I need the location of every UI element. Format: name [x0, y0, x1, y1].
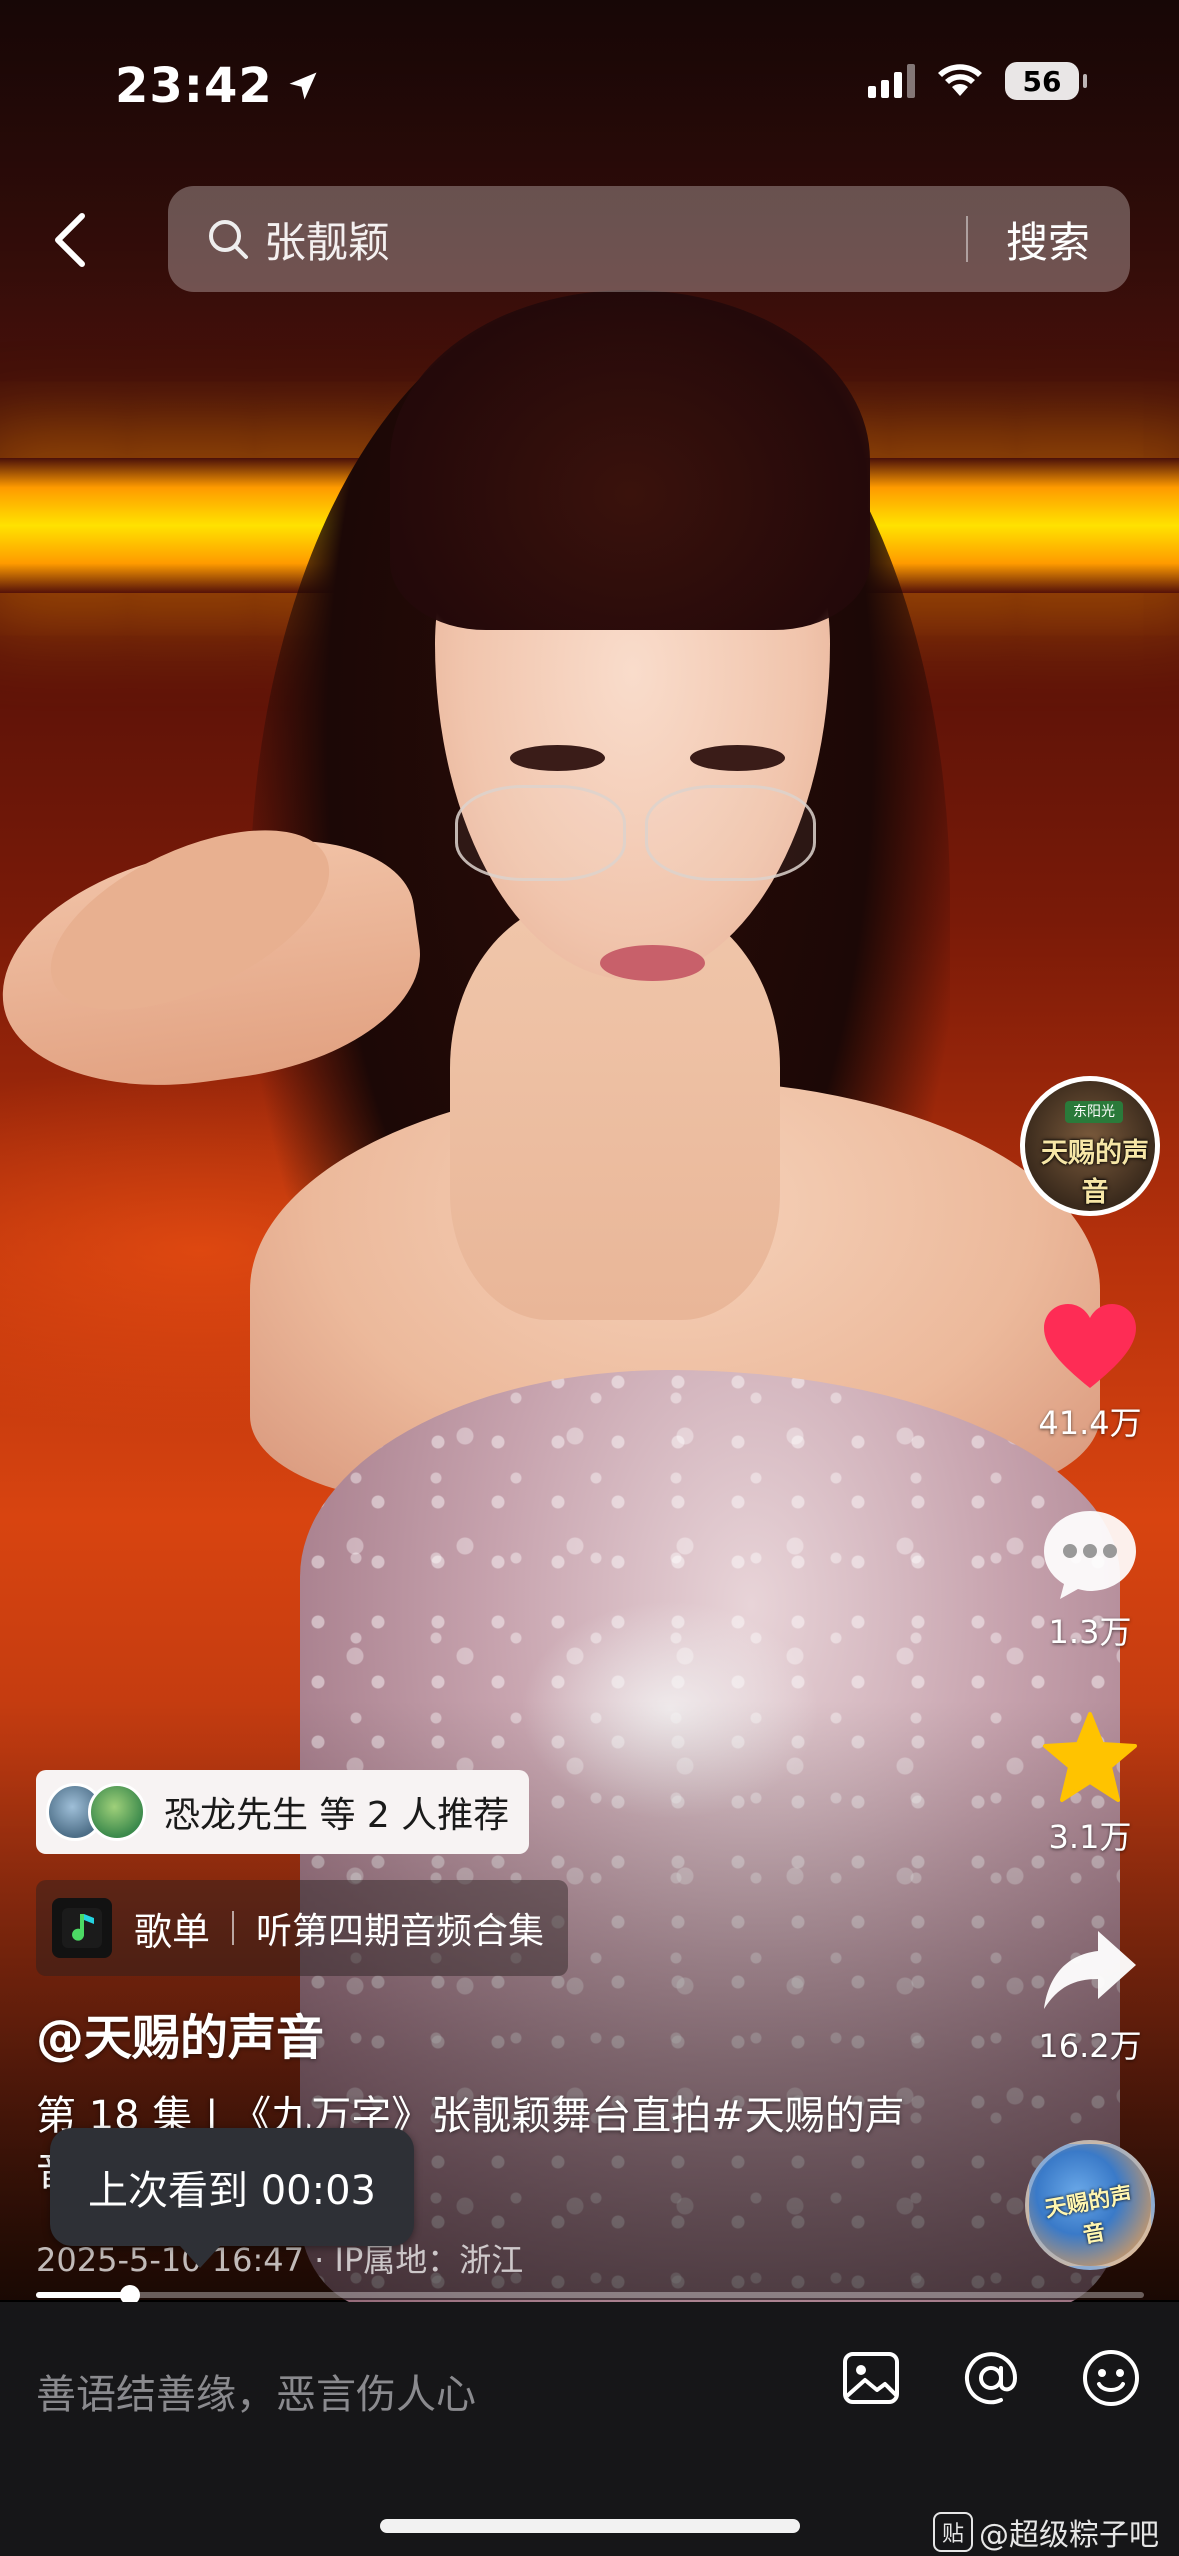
- performer-eye-right: [690, 745, 785, 771]
- recommend-text: 恐龙先生 等 2 人推荐: [164, 1795, 510, 1836]
- playlist-chip[interactable]: 歌单 听第四期音频合集: [36, 1880, 569, 1976]
- share-arrow-icon: [1044, 1931, 1136, 2009]
- music-disc-label: 天赐的声音: [1043, 2182, 1135, 2249]
- share-count: 16.2万: [1038, 2027, 1142, 2065]
- comment-bar: 善语结善缘，恶言伤人心 贴 @超级粽子吧: [0, 2302, 1179, 2556]
- performer-glasses: [455, 785, 816, 881]
- favorite-count: 3.1万: [1048, 1818, 1132, 1856]
- recommend-chip[interactable]: 恐龙先生 等 2 人推荐: [36, 1770, 530, 1854]
- video-screen[interactable]: 23:42 56 张靓颖 搜索 东阳光 天赐的声音 41.4万 1.3万 3.1…: [0, 0, 1179, 2556]
- comment-count: 1.3万: [1048, 1613, 1132, 1651]
- chevron-left-icon: [55, 213, 85, 267]
- playlist-label: 歌单: [134, 1909, 211, 1954]
- music-disc[interactable]: 天赐的声音: [1025, 2140, 1155, 2270]
- comment-input[interactable]: 善语结善缘，恶言伤人心: [36, 2362, 476, 2420]
- resume-tooltip[interactable]: 上次看到 00:03: [50, 2128, 414, 2268]
- comment-toolbar: [839, 2346, 1143, 2410]
- avatar-title: 天赐的声音: [1041, 1138, 1149, 1208]
- performer-lips: [600, 945, 705, 981]
- location-arrow-icon: [289, 72, 317, 100]
- share-button[interactable]: 16.2万: [1015, 1925, 1165, 2067]
- image-icon[interactable]: [839, 2346, 903, 2410]
- search-divider: [965, 216, 968, 262]
- battery-icon: 56: [1005, 62, 1087, 100]
- performer-eye-left: [510, 745, 605, 771]
- search-input[interactable]: 张靓颖: [264, 209, 966, 270]
- emoji-icon[interactable]: [1079, 2346, 1143, 2410]
- search-button[interactable]: 搜索: [1006, 209, 1090, 270]
- performer-hair-front: [390, 290, 870, 630]
- avatar-badge: 东阳光: [1065, 1101, 1123, 1123]
- playlist-separator: [232, 1911, 235, 1945]
- like-button[interactable]: 41.4万: [1015, 1300, 1165, 1444]
- resume-tooltip-text: 上次看到 00:03: [88, 2168, 376, 2214]
- watermark-text: @超级粽子吧: [979, 2518, 1159, 2553]
- heart-icon: [1044, 1304, 1136, 1388]
- mention-icon[interactable]: [959, 2346, 1023, 2410]
- status-indicators: 56: [868, 62, 1087, 100]
- author-name[interactable]: @天赐的声音: [36, 1998, 324, 2068]
- wifi-icon: [938, 64, 982, 96]
- status-time-text: 23:42: [115, 58, 273, 114]
- watermark: 贴 @超级粽子吧: [933, 2510, 1159, 2554]
- home-indicator[interactable]: [380, 2519, 800, 2533]
- comment-button[interactable]: 1.3万: [1015, 1505, 1165, 1653]
- playlist-title: 听第四期音频合集: [256, 1911, 545, 1952]
- star-icon: [1043, 1712, 1137, 1802]
- battery-level: 56: [1022, 64, 1062, 98]
- recommender-avatar: [88, 1783, 146, 1841]
- search-icon: [209, 220, 248, 259]
- watermark-badge: 贴: [933, 2512, 973, 2552]
- search-bar[interactable]: 张靓颖 搜索: [168, 186, 1130, 292]
- back-button[interactable]: [40, 205, 100, 275]
- favorite-button[interactable]: 3.1万: [1015, 1710, 1165, 1858]
- cellular-signal-icon: [868, 64, 915, 98]
- author-avatar[interactable]: 东阳光 天赐的声音: [1020, 1076, 1160, 1216]
- comment-bubble-icon: [1044, 1511, 1136, 1599]
- like-count: 41.4万: [1038, 1404, 1142, 1442]
- progress-bar[interactable]: [36, 2285, 1144, 2305]
- progress-fill: [36, 2292, 131, 2298]
- status-time: 23:42: [115, 58, 321, 114]
- music-note-icon: [52, 1898, 112, 1958]
